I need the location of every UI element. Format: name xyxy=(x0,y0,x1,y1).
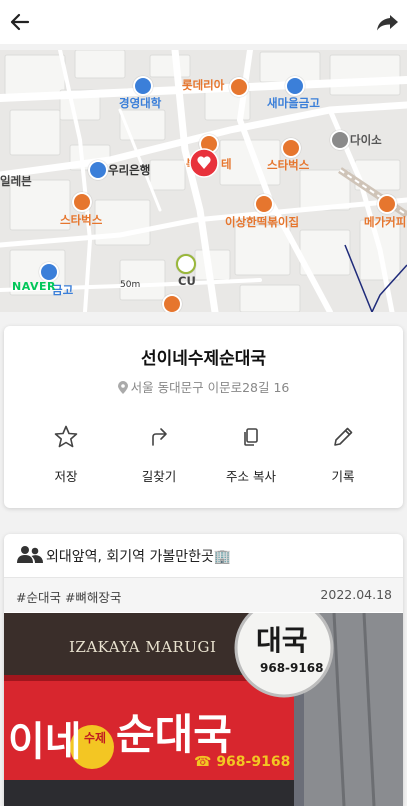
round-sign-phone: 968-9168 xyxy=(260,661,324,675)
poi-label[interactable]: 스타벅스 xyxy=(60,212,102,228)
copy-icon xyxy=(244,428,258,446)
place-info-card: 선이네수제순대국 서울 동대문구 이문로28길 16 저장 길찾기 주소 복사 … xyxy=(4,326,403,508)
people-icon xyxy=(17,545,43,569)
post-title: 외대앞역, 회기역 가볼만한곳🏢 xyxy=(46,549,232,565)
poi-label[interactable]: CU xyxy=(178,274,196,288)
post-header[interactable]: 외대앞역, 회기역 가볼만한곳🏢 xyxy=(4,534,403,578)
izakaya-sign-text: IZAKAYA MARUGI xyxy=(69,638,217,656)
copy-address-label: 주소 복사 xyxy=(226,469,276,484)
post-tags[interactable]: #순대국 #뼈해장국 xyxy=(16,587,121,606)
location-pin-icon xyxy=(117,381,128,397)
round-sign-text: 대국 xyxy=(256,624,308,657)
address-text: 서울 동대문구 이문로28길 16 xyxy=(130,380,290,395)
poi-label[interactable]: 테 xyxy=(221,156,232,172)
selected-place-pin-icon[interactable] xyxy=(189,148,219,178)
cafe-icon[interactable] xyxy=(72,192,92,212)
storefront-photo[interactable]: IZAKAYA MARUGI 이네 수제 순대국 ☎ 968-9168 대국 9… xyxy=(4,613,403,806)
copy-address-button[interactable]: 주소 복사 xyxy=(206,424,296,485)
map-view[interactable]: 롯데리아 경영대학 새마을금고 다이소 우리은행 스타벅스 스타벅스 이상한떡볶… xyxy=(0,50,407,312)
sign-main-right: 순대국 xyxy=(116,710,232,759)
place-name: 선이네수제순대국 xyxy=(140,349,267,369)
restaurant-icon[interactable] xyxy=(229,77,249,97)
poi-label[interactable]: 이상한떡볶이집 xyxy=(225,214,299,230)
poi-label[interactable]: 스타벅스 xyxy=(267,157,309,173)
convenience-store-icon[interactable] xyxy=(176,254,196,274)
pencil-icon xyxy=(334,427,353,446)
school-icon[interactable] xyxy=(133,76,153,96)
directions-button[interactable]: 길찾기 xyxy=(114,424,204,485)
naver-logo: NAVER xyxy=(12,280,56,293)
restaurant-icon[interactable] xyxy=(254,194,274,214)
bank-icon[interactable] xyxy=(285,76,305,96)
place-address[interactable]: 서울 동대문구 이문로28길 16 xyxy=(4,377,403,397)
bank-icon[interactable] xyxy=(39,262,59,282)
save-button[interactable]: 저장 xyxy=(21,424,111,485)
share-icon[interactable] xyxy=(374,8,402,36)
directions-label: 길찾기 xyxy=(141,469,177,484)
poi-label[interactable]: 우리은행 xyxy=(108,162,150,178)
sign-main-left: 이네 xyxy=(8,719,82,765)
post-card[interactable]: 외대앞역, 회기역 가볼만한곳🏢 #순대국 #뼈해장국 2022.04.18 I… xyxy=(4,534,403,806)
top-bar xyxy=(0,0,407,44)
star-icon xyxy=(54,425,78,448)
poi-label[interactable]: 경영대학 xyxy=(119,95,161,111)
cafe-icon[interactable] xyxy=(162,294,182,312)
post-date: 2022.04.18 xyxy=(320,587,392,602)
save-label: 저장 xyxy=(54,469,78,484)
poi-label[interactable]: 새마을금고 xyxy=(267,95,320,111)
directions-icon xyxy=(152,428,167,446)
cafe-icon[interactable] xyxy=(281,138,301,158)
store-icon[interactable] xyxy=(330,130,350,150)
map-scale-label: 50m xyxy=(120,280,141,290)
back-arrow-icon[interactable] xyxy=(6,8,34,36)
bank-icon[interactable] xyxy=(88,160,108,180)
poi-label[interactable]: 롯데리아 xyxy=(182,77,224,93)
poi-label[interactable]: 다이소 xyxy=(350,132,382,148)
sign-circle-text: 수제 xyxy=(84,731,107,745)
post-meta: #순대국 #뼈해장국 2022.04.18 xyxy=(4,578,403,612)
record-button[interactable]: 기록 xyxy=(298,424,388,485)
sign-phone: ☎ 968-9168 xyxy=(194,754,291,770)
poi-label[interactable]: 메가커피 xyxy=(364,214,406,230)
record-label: 기록 xyxy=(331,469,355,484)
poi-label[interactable]: 일레븐 xyxy=(0,173,32,189)
cafe-icon[interactable] xyxy=(377,194,397,214)
